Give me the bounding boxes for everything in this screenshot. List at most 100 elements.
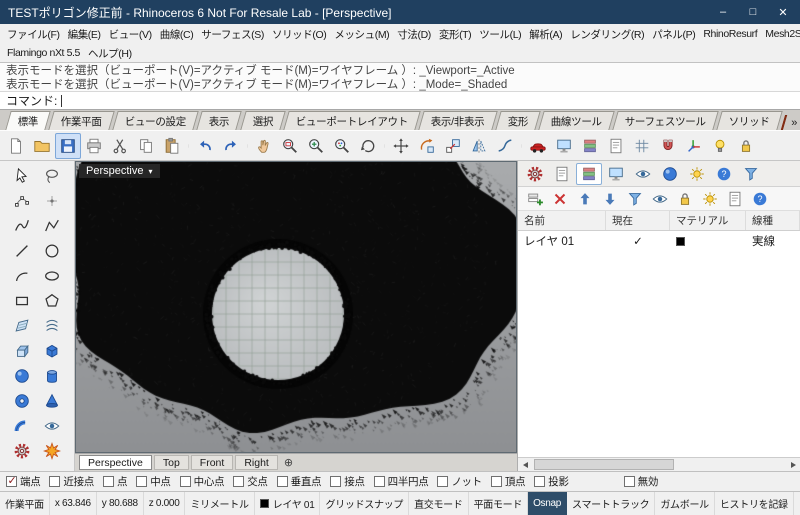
filter-button[interactable] <box>623 188 647 209</box>
cplane-button[interactable]: 作業平面 <box>0 492 50 515</box>
cone-button[interactable] <box>39 389 65 413</box>
status-toggle[interactable]: 直交モード <box>409 492 469 515</box>
menu-item[interactable]: RhinoResurf <box>699 27 761 41</box>
cylinder-button[interactable] <box>39 364 65 388</box>
properties-panel-tab[interactable] <box>549 163 575 185</box>
polyline-button[interactable] <box>39 214 65 238</box>
menu-item[interactable]: Mesh2Surface <box>761 27 800 41</box>
toolbar-tab[interactable]: 表示/非表示 <box>418 111 498 130</box>
new-layer-button[interactable] <box>523 188 547 209</box>
menu-item[interactable]: ファイル(F) <box>3 26 64 43</box>
display-mode-button[interactable] <box>551 133 577 159</box>
help-button[interactable]: ? <box>748 188 772 209</box>
filter-panel-tab[interactable] <box>738 163 764 185</box>
gear-button[interactable] <box>9 439 35 463</box>
zoom-window-button[interactable] <box>277 133 303 159</box>
mirror-button[interactable] <box>466 133 492 159</box>
menu-item[interactable]: 曲線(C) <box>156 26 198 43</box>
menu-item[interactable]: ソリッド(O) <box>268 26 330 43</box>
status-toggle[interactable]: ヒストリを記録 <box>715 492 794 515</box>
osnap-toggle[interactable]: 投影 <box>534 474 569 489</box>
toolbar-tab[interactable]: サーフェスツール <box>612 111 720 130</box>
column-header-material[interactable]: マテリアル <box>670 211 746 230</box>
undo-button[interactable] <box>192 133 218 159</box>
osnap-toggle[interactable]: 点 <box>103 474 128 489</box>
material-swatch[interactable] <box>676 236 685 246</box>
column-header-name[interactable]: 名前 <box>518 211 606 230</box>
redo-button[interactable] <box>218 133 244 159</box>
layer-row[interactable]: レイヤ 01 ✓ 実線 <box>518 231 800 251</box>
magnet-button[interactable] <box>655 133 681 159</box>
menu-item[interactable]: サーフェス(S) <box>197 26 268 43</box>
torus-button[interactable] <box>9 389 35 413</box>
toolbar-tab[interactable]: 標準 <box>5 111 52 130</box>
checkbox[interactable] <box>373 476 385 487</box>
new-file-button[interactable] <box>3 133 29 159</box>
layer-current-check[interactable]: ✓ <box>606 231 670 251</box>
command-input-row[interactable]: コマンド: <box>0 92 800 110</box>
checkbox[interactable] <box>623 476 635 487</box>
osnap-toggle[interactable]: 端点 <box>6 474 41 489</box>
scroll-thumb[interactable] <box>534 459 674 470</box>
minimize-button[interactable]: – <box>708 1 738 23</box>
properties-button[interactable] <box>603 133 629 159</box>
line-button[interactable] <box>9 239 35 263</box>
checkbox[interactable] <box>276 476 288 487</box>
checkbox[interactable] <box>49 476 61 487</box>
checkbox[interactable] <box>330 476 342 487</box>
menu-item[interactable]: 編集(E) <box>64 26 105 43</box>
extrude-button[interactable] <box>9 339 35 363</box>
toolbar-tab[interactable]: ビューの設定 <box>112 111 200 130</box>
status-toggle[interactable]: スマートトラック <box>567 492 656 515</box>
grid-button[interactable] <box>629 133 655 159</box>
sphere-panel-tab[interactable] <box>657 163 683 185</box>
layers-panel-tab[interactable] <box>576 162 602 185</box>
toolbar-tab[interactable]: 作業平面 <box>48 111 115 130</box>
status-toggle[interactable]: ガムボール <box>655 492 715 515</box>
osnap-toggle[interactable]: 中心点 <box>179 474 225 489</box>
toolbar-tab[interactable]: ビューポートレイアウト <box>283 111 422 130</box>
layer-material-cell[interactable] <box>670 231 746 251</box>
toolbar-tab[interactable]: 選択 <box>240 111 286 130</box>
checkbox[interactable] <box>136 476 148 487</box>
rotate-obj-button[interactable] <box>414 133 440 159</box>
viewport-tab[interactable]: Top <box>153 455 189 470</box>
sphere-button[interactable] <box>9 364 35 388</box>
paste-button[interactable] <box>159 133 185 159</box>
menu-item[interactable]: 寸法(D) <box>393 26 435 43</box>
column-header-current[interactable]: 現在 <box>606 211 670 230</box>
viewport-title-menu[interactable]: Perspective ▾ <box>79 164 160 178</box>
perspective-viewport-canvas[interactable] <box>75 161 517 453</box>
rotate-view-button[interactable] <box>355 133 381 159</box>
print-button[interactable] <box>81 133 107 159</box>
lock-button[interactable] <box>733 133 759 159</box>
zoom-dynamic-button[interactable] <box>303 133 329 159</box>
osnap-toggle[interactable]: 接点 <box>330 474 365 489</box>
current-layer-indicator[interactable]: レイヤ 01 <box>255 492 321 515</box>
copy-button[interactable] <box>133 133 159 159</box>
menu-item[interactable]: ツール(L) <box>475 26 525 43</box>
menu-item[interactable]: ビュー(V) <box>105 26 156 43</box>
add-viewport-button[interactable]: ⊕ <box>280 456 297 469</box>
lasso-button[interactable] <box>39 164 65 188</box>
menu-item[interactable]: ヘルプ(H) <box>84 45 136 62</box>
menu-item[interactable]: メッシュ(M) <box>330 26 393 43</box>
menu-item[interactable]: 変形(T) <box>435 26 475 43</box>
toolbar-tab[interactable]: 曲線ツール <box>538 111 616 130</box>
checkbox[interactable] <box>490 476 502 487</box>
panel-horizontal-scrollbar[interactable] <box>518 457 800 471</box>
lamp-button[interactable] <box>707 133 733 159</box>
properties-button[interactable] <box>723 188 747 209</box>
viewport-tab[interactable]: Front <box>190 455 234 470</box>
status-toggle[interactable]: グリッドスナップ <box>320 492 410 515</box>
lock-button[interactable] <box>673 188 697 209</box>
checkbox[interactable] <box>103 476 115 487</box>
osnap-toggle[interactable]: 頂点 <box>490 474 526 489</box>
save-file-button[interactable] <box>55 132 81 159</box>
sun-button[interactable] <box>698 188 722 209</box>
box-button[interactable] <box>39 339 65 363</box>
loft-button[interactable] <box>39 314 65 338</box>
help-panel-tab[interactable]: ? <box>711 163 737 185</box>
checkbox[interactable] <box>437 476 449 487</box>
gear-panel-tab[interactable] <box>522 163 548 185</box>
